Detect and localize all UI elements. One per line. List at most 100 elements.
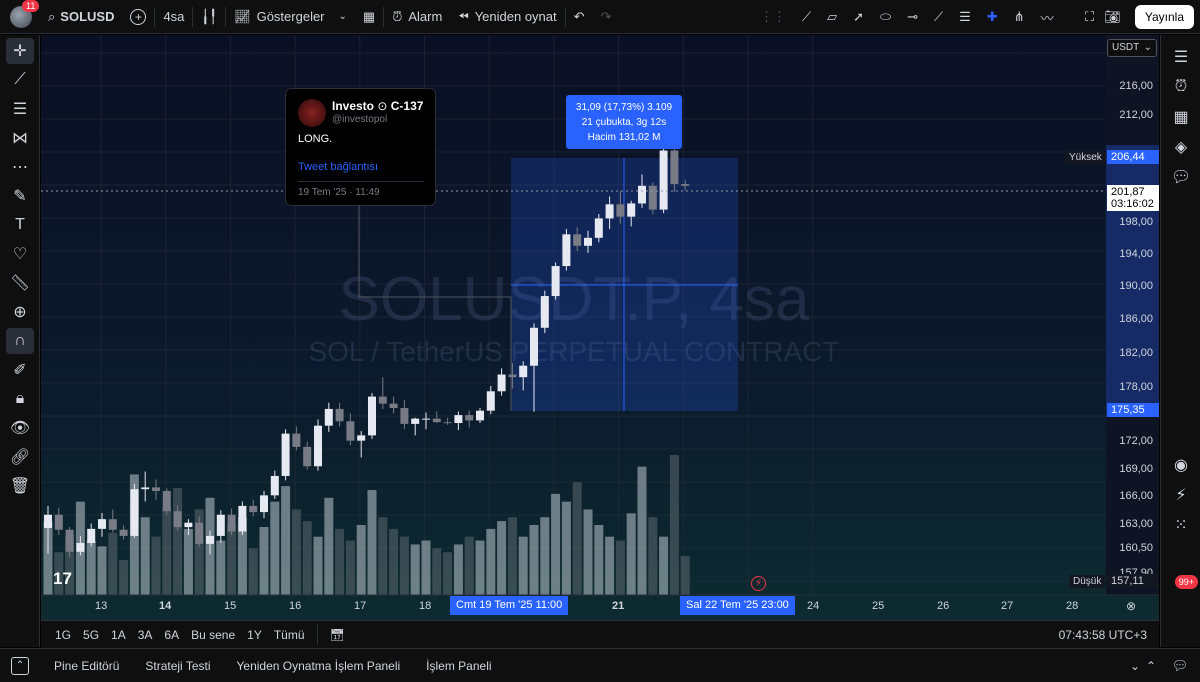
pattern-tool-icon[interactable]: ⋈: [6, 125, 34, 151]
eye-icon[interactable]: 👁︎: [6, 415, 34, 441]
chat-icon[interactable]: 💬︎: [1167, 163, 1195, 191]
footer-tab[interactable]: Yeniden Oynatma İşlem Paneli: [223, 659, 413, 673]
range-button[interactable]: Tümü: [268, 628, 311, 642]
interval-button[interactable]: 4sa: [155, 0, 192, 34]
candle-body[interactable]: [400, 408, 409, 424]
candle-body[interactable]: [162, 490, 171, 512]
text-tool-icon[interactable]: T: [6, 212, 34, 238]
layouts-button[interactable]: ▦: [355, 0, 383, 34]
candle-body[interactable]: [443, 422, 452, 424]
chart-type-button[interactable]: ╽╿: [193, 0, 225, 34]
range-button[interactable]: 5G: [77, 628, 105, 642]
candle-body[interactable]: [605, 204, 614, 219]
candle-body[interactable]: [648, 185, 657, 210]
candle-body[interactable]: [44, 514, 52, 528]
horizontal-ray-icon[interactable]: ⊸: [899, 0, 926, 34]
candle-body[interactable]: [281, 433, 290, 476]
candle-body[interactable]: [465, 415, 474, 421]
candle-body[interactable]: [378, 396, 387, 404]
candle-body[interactable]: [206, 535, 214, 544]
ruler-icon[interactable]: 📏︎: [6, 270, 34, 296]
user-avatar[interactable]: 11: [10, 0, 40, 28]
path-tool-icon[interactable]: ⟋: [794, 0, 819, 34]
range-button[interactable]: 6A: [158, 628, 185, 642]
candle-body[interactable]: [314, 425, 322, 467]
link-icon[interactable]: 🔗︎: [6, 444, 34, 470]
alarm-button[interactable]: ⏰︎ Alarm: [384, 0, 450, 34]
parallel-channel-icon[interactable]: ▱: [819, 0, 845, 34]
currency-select[interactable]: USDT ⌄: [1107, 39, 1157, 57]
crosshair-tool-icon[interactable]: ✛: [6, 38, 34, 64]
brush-tool-icon[interactable]: ✎: [6, 183, 34, 209]
trash-icon[interactable]: 🗑︎: [6, 473, 34, 499]
candle-body[interactable]: [270, 475, 279, 496]
candle-body[interactable]: [476, 410, 484, 421]
clock[interactable]: 07:43:58 UTC+3: [1053, 628, 1153, 642]
magnet-icon[interactable]: ∩: [6, 328, 34, 354]
candle-body[interactable]: [519, 365, 528, 378]
candle-body[interactable]: [324, 408, 333, 426]
crosshair-icon[interactable]: ✚: [979, 0, 1006, 34]
tweet-link[interactable]: Tweet bağlantısı: [298, 161, 378, 173]
candle-body[interactable]: [638, 185, 646, 204]
candle-body[interactable]: [303, 446, 312, 467]
footer-tab[interactable]: Pine Editörü: [40, 659, 131, 673]
date-range-calendar-icon[interactable]: 📅︎: [324, 628, 351, 642]
candle-body[interactable]: [627, 203, 636, 217]
candle-body[interactable]: [594, 218, 603, 238]
candle-body[interactable]: [152, 487, 160, 491]
candle-body[interactable]: [389, 403, 398, 409]
range-button[interactable]: 3A: [132, 628, 159, 642]
publish-button[interactable]: Yayınla: [1134, 5, 1194, 29]
candle-body[interactable]: [422, 418, 430, 420]
candle-body[interactable]: [616, 204, 625, 217]
candle-body[interactable]: [411, 418, 420, 424]
range-button[interactable]: 1Y: [241, 628, 268, 642]
calendar-icon[interactable]: ▦: [1167, 103, 1195, 131]
elliott-wave-icon[interactable]: 〰: [1033, 0, 1062, 34]
candle-body[interactable]: [335, 408, 344, 422]
candle-body[interactable]: [249, 505, 258, 513]
candle-body[interactable]: [119, 529, 128, 536]
range-button[interactable]: 1A: [105, 628, 132, 642]
more-apps-icon[interactable]: ⁙: [1167, 511, 1195, 539]
candle-body[interactable]: [216, 514, 225, 536]
candle-body[interactable]: [659, 150, 668, 210]
tradingview-logo[interactable]: 17: [53, 569, 72, 589]
lock-icon[interactable]: 🔒︎: [6, 386, 34, 412]
candle-body[interactable]: [76, 542, 85, 552]
ideas-icon[interactable]: ◉: [1167, 451, 1195, 479]
footer-tab[interactable]: Strateji Testi: [131, 659, 222, 673]
indicators-button[interactable]: 📈︎ Göstergeler ⌄: [226, 0, 355, 34]
candle-body[interactable]: [562, 234, 571, 267]
candle-body[interactable]: [573, 234, 582, 246]
candle-body[interactable]: [54, 514, 63, 530]
candle-body[interactable]: [195, 522, 204, 544]
camera-icon[interactable]: 📷︎: [1099, 0, 1126, 34]
candle-body[interactable]: [260, 495, 268, 513]
symbol-search[interactable]: ⌕ SOLUSD: [40, 0, 122, 34]
event-flash-icon[interactable]: ⚡︎: [751, 576, 766, 591]
fib-tool-icon[interactable]: ☰: [6, 96, 34, 122]
candle-body[interactable]: [173, 511, 182, 528]
chat-bubble-icon[interactable]: 💬︎: [1166, 652, 1194, 680]
fullscreen-icon[interactable]: ⛶: [1080, 0, 1099, 34]
candle-body[interactable]: [497, 374, 506, 392]
candle-body[interactable]: [65, 529, 74, 552]
layers-icon[interactable]: ◈: [1167, 133, 1195, 161]
replay-button[interactable]: ⏪︎ Yeniden oynat: [450, 0, 564, 34]
candle-body[interactable]: [292, 433, 301, 447]
heart-icon[interactable]: ♡: [6, 241, 34, 267]
candle-body[interactable]: [551, 266, 560, 297]
trend-line-icon[interactable]: ⟋: [926, 0, 951, 34]
alerts-clock-icon[interactable]: ⏰︎: [1167, 73, 1195, 101]
candle-body[interactable]: [141, 487, 150, 490]
candle-body[interactable]: [486, 391, 495, 411]
redo-button[interactable]: ↷: [593, 0, 620, 34]
candle-body[interactable]: [130, 489, 139, 536]
candle-body[interactable]: [540, 296, 549, 328]
candle-body[interactable]: [87, 528, 96, 543]
footer-tab[interactable]: İşlem Paneli: [412, 659, 503, 673]
cursor-icon[interactable]: ➚: [845, 0, 872, 34]
candle-body[interactable]: [238, 505, 247, 532]
